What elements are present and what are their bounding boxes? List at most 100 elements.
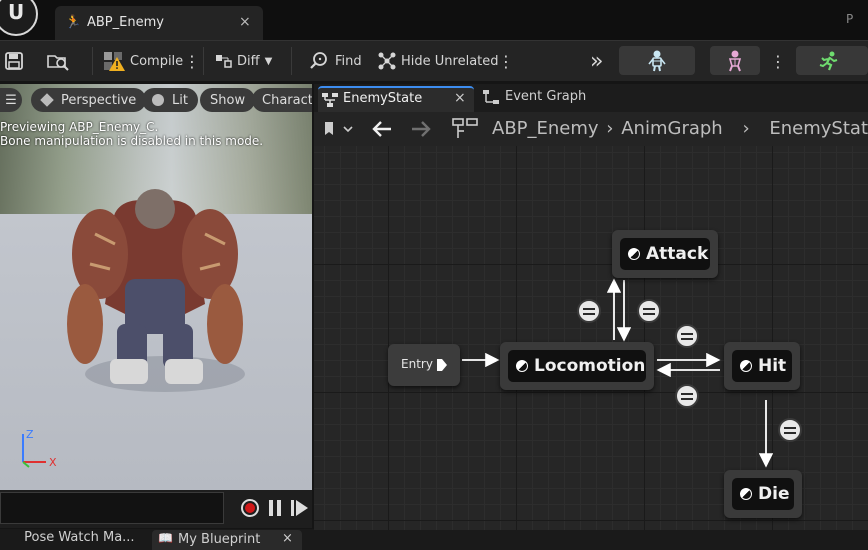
hide-unrelated-label: Hide Unrelated xyxy=(401,53,499,69)
top-right-label: P xyxy=(846,12,854,26)
perspective-button[interactable]: Perspective xyxy=(31,88,147,112)
document-tab-label: ABP_Enemy xyxy=(87,15,164,30)
step-forward-icon xyxy=(291,500,308,516)
tab-enemystate-label: EnemyState xyxy=(343,91,423,106)
character-button[interactable]: Characte xyxy=(252,88,312,112)
skeleton-mode-button[interactable] xyxy=(619,46,695,75)
entry-node[interactable]: Entry xyxy=(388,344,460,386)
pause-icon-bar xyxy=(277,500,281,516)
tab-enemystate[interactable]: EnemyState × xyxy=(318,86,474,112)
mesh-mode-button[interactable] xyxy=(710,46,760,75)
tab-my-blueprint[interactable]: 📖 My Blueprint × xyxy=(152,530,302,550)
compile-button[interactable]: Compile xyxy=(103,41,183,81)
transition-rule-icon[interactable] xyxy=(778,418,802,442)
diff-button[interactable]: Diff ▼ xyxy=(215,41,272,81)
state-icon xyxy=(740,360,752,372)
timeline-scrubber[interactable] xyxy=(0,492,224,524)
perspective-label: Perspective xyxy=(61,92,137,108)
axis-z-label: Z xyxy=(26,428,34,441)
expand-toolbar-icon[interactable]: » xyxy=(590,41,603,81)
state-machine-icon xyxy=(322,93,338,107)
transition-rule-icon[interactable] xyxy=(675,324,699,348)
graph-hierarchy-icon[interactable] xyxy=(452,118,478,144)
preview-line-1: Previewing ABP_Enemy_C. xyxy=(0,120,159,134)
transition-rule-icon[interactable] xyxy=(637,299,661,323)
toolbar-separator xyxy=(92,47,93,75)
bookmark-button[interactable] xyxy=(322,120,354,138)
transition-rule-icon[interactable] xyxy=(577,299,601,323)
compile-options-icon[interactable]: ⋮ xyxy=(184,41,200,81)
breadcrumb-path: ABP_Enemy › AnimGraph › EnemyState xyxy=(492,118,868,139)
arrow-left-icon xyxy=(372,121,391,137)
record-icon xyxy=(245,503,255,513)
enemy-character-mesh xyxy=(67,189,245,392)
hide-unrelated-button[interactable]: Hide Unrelated xyxy=(377,41,499,81)
close-tab-icon[interactable]: × xyxy=(239,14,251,30)
state-node-hit[interactable]: Hit xyxy=(724,342,800,390)
diff-icon xyxy=(216,55,232,68)
mode-options-icon[interactable]: ⋮ xyxy=(770,41,786,81)
book-icon: 📖 xyxy=(158,531,173,545)
breadcrumb-separator: › xyxy=(606,118,614,139)
mesh-icon xyxy=(728,50,742,72)
find-label: Find xyxy=(335,53,362,69)
breadcrumb-item-abp-enemy[interactable]: ABP_Enemy xyxy=(492,118,599,139)
close-tab-icon[interactable]: × xyxy=(282,531,293,546)
lit-button[interactable]: Lit xyxy=(142,88,198,112)
breadcrumb: ABP_Enemy › AnimGraph › EnemyState xyxy=(314,112,868,146)
state-label: Hit xyxy=(758,356,787,376)
state-label: Die xyxy=(758,484,790,504)
chevron-down-icon: ▼ xyxy=(264,55,273,67)
axis-gizmo: Z X xyxy=(22,428,57,469)
record-button[interactable] xyxy=(241,499,259,517)
breadcrumb-item-animgraph[interactable]: AnimGraph xyxy=(621,118,722,139)
event-graph-icon xyxy=(483,90,499,104)
transition-rule-icon[interactable] xyxy=(675,384,699,408)
find-button[interactable]: Find xyxy=(309,41,362,81)
back-button[interactable] xyxy=(372,120,392,142)
skeleton-icon xyxy=(648,50,666,72)
more-options-icon[interactable]: ⋮ xyxy=(498,41,514,81)
axis-x-label: X xyxy=(49,456,57,469)
compile-icon xyxy=(103,51,125,71)
state-node-die[interactable]: Die xyxy=(724,470,802,518)
state-node-locomotion[interactable]: Locomotion xyxy=(500,342,654,390)
preview-line-2: Bone manipulation is disabled in this mo… xyxy=(0,134,264,148)
breadcrumb-item-enemystate[interactable]: EnemyState xyxy=(769,118,868,139)
logo-glyph: U xyxy=(8,0,25,24)
toolbar: Compile ⋮ Diff ▼ Find Hide Unrelated ⋮ »… xyxy=(0,40,868,81)
bookmark-icon xyxy=(325,122,353,135)
close-tab-icon[interactable]: × xyxy=(454,90,466,106)
save-icon[interactable] xyxy=(4,41,24,81)
pause-icon xyxy=(269,500,273,516)
document-tab-abp-enemy[interactable]: 🏃 ABP_Enemy × xyxy=(55,6,263,40)
anim-blueprint-icon: 🏃 xyxy=(65,15,82,30)
compile-label: Compile xyxy=(130,53,184,69)
pause-button[interactable] xyxy=(269,500,283,516)
lit-icon xyxy=(152,94,164,106)
find-icon xyxy=(310,52,327,69)
animation-mode-button[interactable] xyxy=(796,46,868,75)
my-blueprint-label: My Blueprint xyxy=(178,532,261,547)
lit-label: Lit xyxy=(172,92,188,108)
cube-icon xyxy=(40,93,54,107)
toolbar-separator xyxy=(203,47,204,75)
state-node-attack[interactable]: Attack xyxy=(612,230,718,278)
step-forward-button[interactable] xyxy=(291,500,309,516)
show-button[interactable]: Show xyxy=(200,88,256,112)
tab-pose-watch[interactable]: Pose Watch Ma... xyxy=(4,530,134,550)
diff-label: Diff xyxy=(237,53,260,69)
hide-unrelated-icon xyxy=(378,52,396,70)
breadcrumb-separator: › xyxy=(742,118,750,139)
preview-info: Previewing ABP_Enemy_C. Bone manipulatio… xyxy=(0,120,263,148)
state-label: Attack xyxy=(646,244,709,264)
entry-pin-icon xyxy=(437,359,447,371)
entry-label: Entry xyxy=(401,357,433,371)
state-icon xyxy=(628,248,640,260)
forward-button[interactable] xyxy=(411,120,431,142)
state-icon xyxy=(516,360,528,372)
running-man-icon xyxy=(819,51,838,71)
preview-viewport[interactable]: ☰ Perspective Lit Show Characte Previewi… xyxy=(0,84,312,490)
browse-icon[interactable] xyxy=(46,41,70,81)
arrow-right-icon xyxy=(412,121,431,137)
